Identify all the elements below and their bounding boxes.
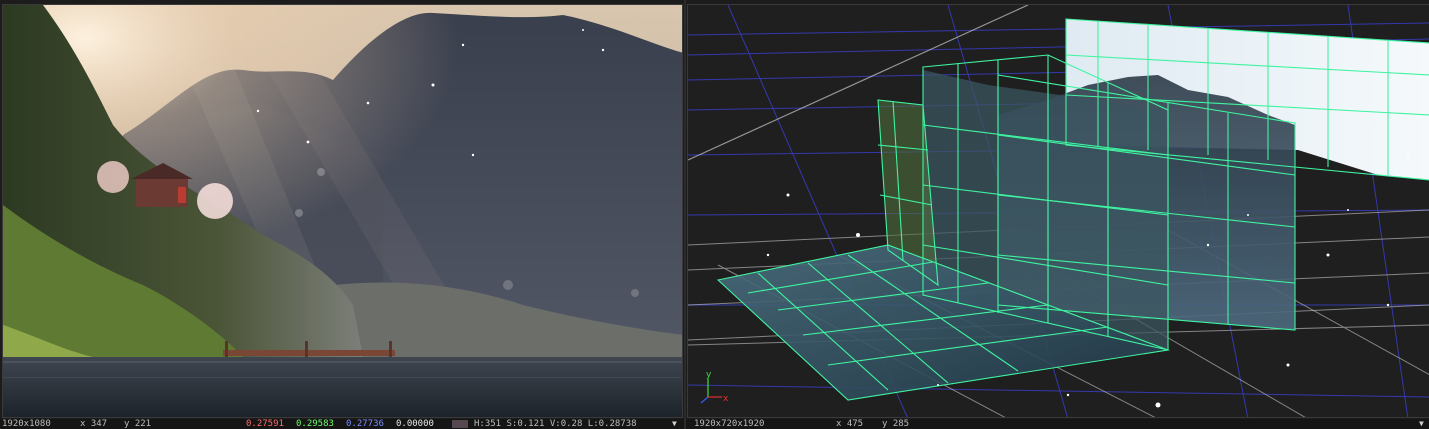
viewer-3d[interactable]: y x [687, 4, 1429, 418]
hsvl-readout: H:351 S:0.121 V:0.28 L:0.28738 [474, 419, 637, 429]
viewer-split-divider[interactable] [684, 0, 686, 429]
color-sample-swatch [452, 420, 468, 428]
pixel-x-readout-3d: x 475 [836, 419, 864, 429]
svg-text:x: x [723, 394, 729, 404]
pixel-y-readout: y 221 [124, 419, 152, 429]
red-channel-readout: 0.27591 [246, 419, 284, 429]
svg-text:y: y [706, 370, 712, 380]
alpha-channel-readout: 0.00000 [396, 419, 434, 429]
green-channel-readout: 0.29583 [296, 419, 334, 429]
pixel-y-readout-3d: y 285 [882, 419, 910, 429]
scene-3d-view: y x [688, 5, 1429, 417]
format-readout: 1920x1080 [2, 419, 51, 429]
pier [223, 350, 395, 356]
viewer-2d[interactable] [2, 4, 683, 418]
status-menu-arrow-icon-3d[interactable]: ▼ [1419, 419, 1428, 429]
format-readout-3d: 1920x720x1920 [694, 419, 765, 429]
rendered-scene [3, 5, 682, 417]
status-menu-arrow-icon[interactable]: ▼ [672, 419, 681, 429]
pixel-x-readout: x 347 [80, 419, 108, 429]
viewer-2d-status-bar: 1920x1080 x 347 y 221 0.27591 0.29583 0.… [0, 419, 684, 429]
viewer-3d-status-bar: 1920x720x1920 x 475 y 285 ▼ [686, 419, 1429, 429]
blue-channel-readout: 0.27736 [346, 419, 384, 429]
